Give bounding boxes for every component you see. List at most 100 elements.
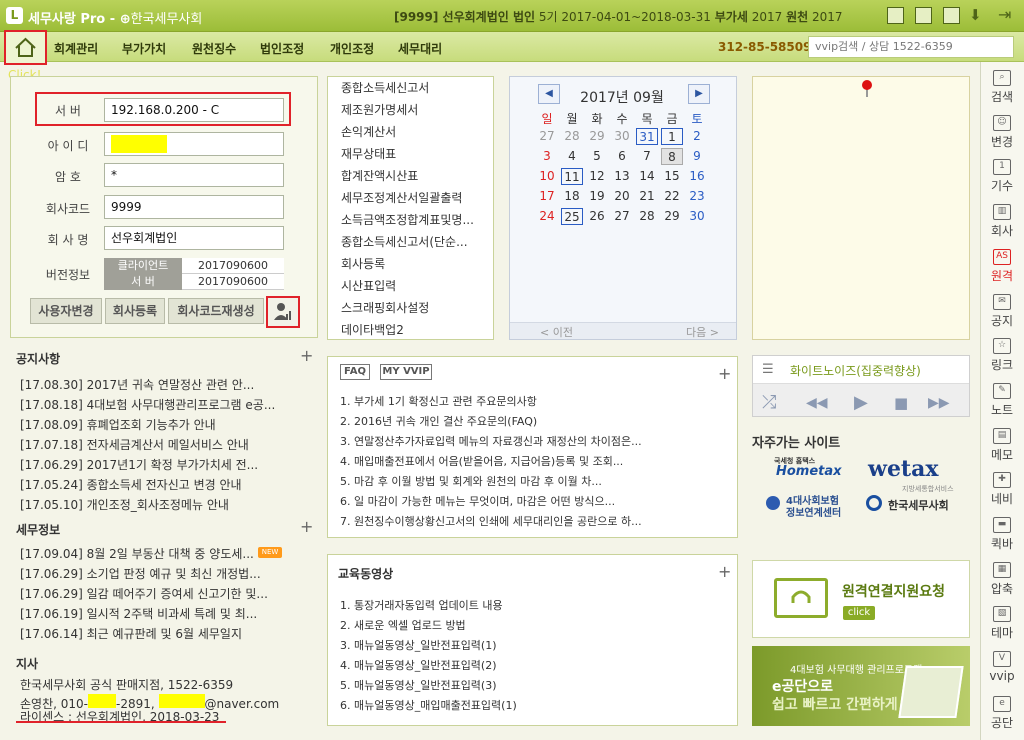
- menu-list-item[interactable]: 세무조정계산서일괄출력: [341, 189, 462, 206]
- edu-item[interactable]: 6. 매뉴얼동영상_매입매출전표입력(1): [340, 697, 700, 713]
- calendar-day[interactable]: 30: [686, 208, 708, 225]
- faq-item[interactable]: 3. 연말정산추가자료입력 메뉴의 자료갱신과 재정산의 차이점은...: [340, 433, 700, 449]
- exit-icon[interactable]: ⇥: [998, 5, 1011, 24]
- menu-personal-adjust[interactable]: 개인조정: [330, 40, 374, 57]
- faq-more-icon[interactable]: +: [718, 364, 731, 383]
- menu-list-item[interactable]: 데이타백업2: [341, 321, 404, 338]
- sidebar-item-3[interactable]: ▥ 회사: [984, 204, 1020, 239]
- calendar-day[interactable]: 27: [536, 128, 558, 145]
- taxinfo-item[interactable]: [17.06.19] 일시적 2주택 비과세 특례 및 최...: [20, 605, 320, 622]
- taxinfo-item[interactable]: [17.06.14] 최근 예규판례 및 6월 세무일지: [20, 625, 320, 642]
- sidebar-item-8[interactable]: ▤ 메모: [984, 427, 1020, 463]
- kacpta-link[interactable]: 한국세무사회: [888, 497, 949, 513]
- calendar-day[interactable]: 31: [636, 128, 658, 145]
- menu-withholding[interactable]: 원천징수: [192, 40, 236, 57]
- notice-more-icon[interactable]: +: [300, 346, 313, 365]
- calendar-day[interactable]: 24: [536, 208, 558, 225]
- menu-list-item[interactable]: 종합소득세신고서(단순...: [341, 233, 468, 250]
- calendar-day[interactable]: 23: [686, 188, 708, 205]
- calendar-day[interactable]: 12: [586, 168, 608, 185]
- calendar-day[interactable]: 22: [661, 188, 683, 205]
- shuffle-icon[interactable]: ⤮: [762, 392, 776, 413]
- calendar-day[interactable]: 28: [561, 128, 583, 145]
- faq-item[interactable]: 7. 원천징수이행상황신고서의 인쇄에 세무대리인을 공란으로 하...: [340, 513, 700, 529]
- calendar-day[interactable]: 28: [636, 208, 658, 225]
- menu-list-item[interactable]: 재무상태표: [341, 145, 396, 162]
- sidebar-item-11[interactable]: ▦ 압축: [984, 561, 1020, 597]
- calendar-day[interactable]: 16: [686, 168, 708, 185]
- calendar-footer-next[interactable]: 다음 >: [686, 324, 719, 340]
- wetax-link[interactable]: wetax: [868, 456, 938, 482]
- faq-item[interactable]: 6. 일 마감이 가능한 메뉴는 무엇이며, 마감은 어떤 방식으...: [340, 493, 700, 509]
- calendar-day[interactable]: 15: [661, 168, 683, 185]
- menu-list-item[interactable]: 시산표입력: [341, 277, 396, 294]
- calendar-day[interactable]: 20: [611, 188, 633, 205]
- calendar-day[interactable]: 17: [536, 188, 558, 205]
- calendar-day[interactable]: 1: [661, 128, 683, 145]
- menu-list-item[interactable]: 손익계산서: [341, 123, 396, 140]
- taxinfo-item[interactable]: [17.06.29] 일감 떼어주기 증여세 신고기한 및...: [20, 585, 320, 602]
- change-user-button[interactable]: 사용자변경: [30, 298, 102, 324]
- notice-item[interactable]: [17.08.30] 2017년 귀속 연말정산 관련 안...: [20, 376, 320, 393]
- sidebar-item-12[interactable]: ▧ 테마: [984, 606, 1020, 641]
- sidebar-item-4[interactable]: AS 원격: [984, 248, 1020, 284]
- edu-item[interactable]: 2. 새로운 엑셀 업로드 방법: [340, 617, 700, 633]
- sidebar-item-0[interactable]: ⌕ 검색: [984, 70, 1020, 105]
- edu-item[interactable]: 5. 매뉴얼동영상_일반전표입력(3): [340, 677, 700, 693]
- calendar-day[interactable]: 14: [636, 168, 658, 185]
- menu-list-item[interactable]: 소득금액조정합계표및명...: [341, 211, 474, 228]
- edu-item[interactable]: 4. 매뉴얼동영상_일반전표입력(2): [340, 657, 700, 673]
- notice-item[interactable]: [17.08.18] 4대보험 사무대행관리프로그램 e공...: [20, 396, 320, 413]
- home-button[interactable]: [4, 30, 47, 65]
- calendar-day[interactable]: 9: [686, 148, 708, 165]
- calendar-day[interactable]: 5: [586, 148, 608, 165]
- calendar-day[interactable]: 11: [561, 168, 583, 185]
- wh-year[interactable]: 2017: [812, 10, 843, 24]
- calendar-day[interactable]: 3: [536, 148, 558, 165]
- sidebar-item-2[interactable]: 1 기수: [984, 159, 1020, 194]
- next-track-icon[interactable]: ▶▶: [928, 395, 950, 411]
- sidebar-item-1[interactable]: ☺ 변경: [984, 114, 1020, 150]
- calendar-day[interactable]: 30: [611, 128, 633, 145]
- calendar-next-button[interactable]: ▶: [688, 84, 710, 104]
- sidebar-item-9[interactable]: ✚ 네비: [984, 472, 1020, 507]
- user-settings-button[interactable]: [266, 296, 300, 328]
- id-field[interactable]: [104, 132, 284, 156]
- company-code-field[interactable]: 9999: [104, 195, 284, 219]
- faq-item[interactable]: 1. 부가세 1기 확정신고 관련 주요문의사항: [340, 393, 700, 409]
- menu-accounting[interactable]: 회계관리: [54, 40, 98, 57]
- password-field[interactable]: *: [104, 163, 284, 187]
- menu-list-item[interactable]: 종합소득세신고서: [341, 79, 429, 96]
- menu-list-item[interactable]: 제조원가명세서: [341, 101, 418, 118]
- calendar-prev-button[interactable]: ◀: [538, 84, 560, 104]
- notice-item[interactable]: [17.05.24] 종합소득세 전자신고 변경 안내: [20, 476, 320, 493]
- calendar-day[interactable]: 19: [586, 188, 608, 205]
- calendar-day[interactable]: 21: [636, 188, 658, 205]
- play-icon[interactable]: ▶: [854, 392, 868, 413]
- calendar-footer-prev[interactable]: < 이전: [540, 324, 573, 340]
- calendar-day[interactable]: 7: [636, 148, 658, 165]
- vat-year[interactable]: 2017: [752, 10, 783, 24]
- notice-item[interactable]: [17.07.18] 전자세금계산서 메일서비스 안내: [20, 436, 320, 453]
- playlist-icon[interactable]: ☰: [762, 362, 774, 377]
- sidebar-item-13[interactable]: Vvvip: [984, 651, 1020, 683]
- menu-tax-agent[interactable]: 세무대리: [398, 40, 442, 57]
- faq-tab[interactable]: FAQ: [340, 364, 370, 380]
- server-field[interactable]: 192.168.0.200 - C: [104, 98, 284, 122]
- menu-corp-adjust[interactable]: 법인조정: [260, 40, 304, 57]
- stop-icon[interactable]: ■: [894, 394, 908, 412]
- calendar-day[interactable]: 26: [586, 208, 608, 225]
- company-name-field[interactable]: 선우회계법인: [104, 226, 284, 250]
- menu-vat[interactable]: 부가가치: [122, 40, 166, 57]
- menu-list-item[interactable]: 회사등록: [341, 255, 385, 272]
- calendar-day[interactable]: 29: [661, 208, 683, 225]
- calendar-day[interactable]: 27: [611, 208, 633, 225]
- edu-more-icon[interactable]: +: [718, 562, 731, 581]
- register-company-button[interactable]: 회사등록: [105, 298, 165, 324]
- calendar-day[interactable]: 10: [536, 168, 558, 185]
- faq-item[interactable]: 2. 2016년 귀속 개인 결산 주요문의(FAQ): [340, 413, 700, 429]
- taxinfo-item[interactable]: [17.09.04] 8월 2일 부동산 대책 중 양도세...: [20, 545, 260, 562]
- regenerate-code-button[interactable]: 회사코드재생성: [168, 298, 264, 324]
- remote-click-button[interactable]: click: [843, 606, 875, 620]
- vvip-search-input[interactable]: vvip검색 / 상담 1522-6359: [808, 36, 1014, 58]
